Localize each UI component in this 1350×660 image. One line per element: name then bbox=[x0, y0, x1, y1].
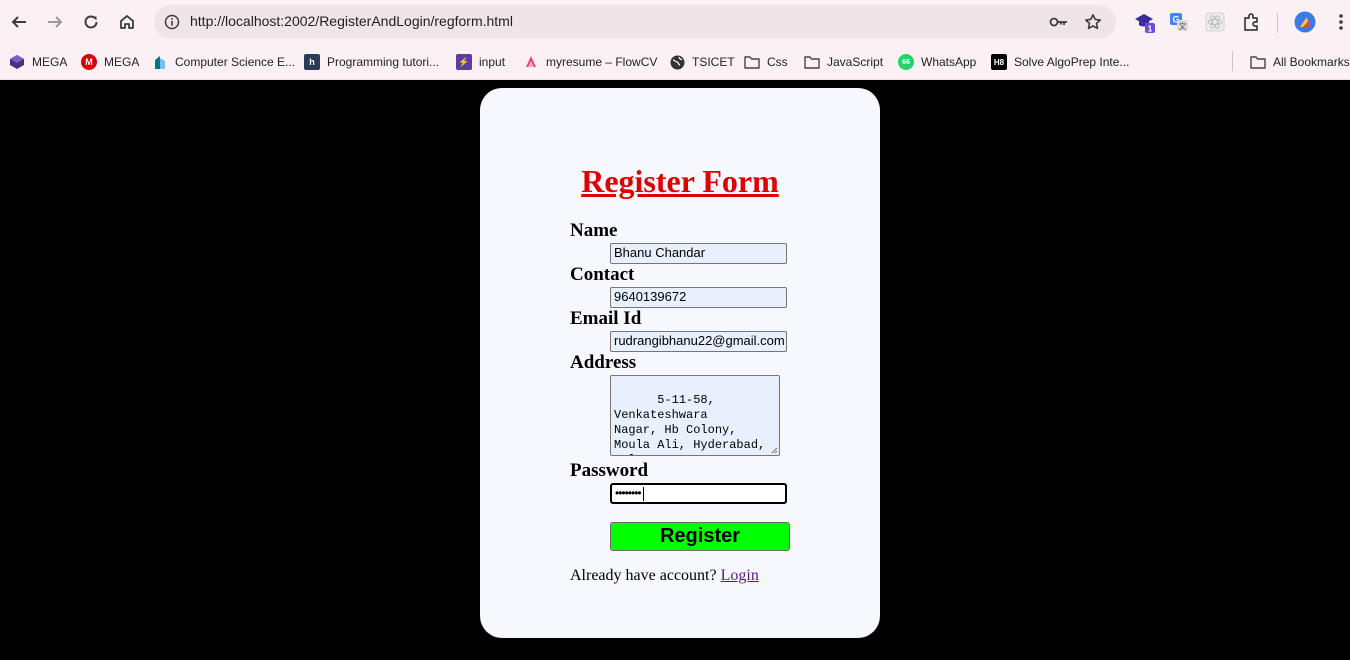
bookmark-label: Css bbox=[767, 55, 788, 69]
bookmark-folder-css[interactable]: Css bbox=[744, 52, 788, 72]
forward-arrow-icon[interactable] bbox=[41, 8, 69, 36]
bookmark-star-icon[interactable] bbox=[1082, 11, 1104, 33]
globe-icon bbox=[669, 54, 685, 70]
bookmark-whatsapp[interactable]: 66 WhatsApp bbox=[898, 52, 976, 72]
resize-grip-icon[interactable] bbox=[770, 446, 778, 454]
register-card: Register Form Name Bhanu Chandar Contact… bbox=[480, 88, 880, 638]
folder-icon bbox=[804, 54, 820, 70]
extension-cap-icon[interactable]: 1 bbox=[1133, 10, 1157, 34]
extensions-puzzle-icon[interactable] bbox=[1240, 10, 1264, 34]
password-key-icon[interactable] bbox=[1048, 11, 1070, 33]
folder-icon bbox=[744, 54, 760, 70]
bookmark-label: MEGA bbox=[32, 55, 68, 69]
bookmarks-bar: MEGA M MEGA Computer Science E... h Prog… bbox=[0, 44, 1350, 80]
register-button[interactable]: Register bbox=[610, 522, 790, 551]
already-text: Already have account? bbox=[570, 567, 717, 584]
address-label: Address bbox=[570, 352, 637, 373]
email-label: Email Id bbox=[570, 308, 642, 329]
page-viewport: Register Form Name Bhanu Chandar Contact… bbox=[0, 80, 1350, 660]
mega-icon: M bbox=[81, 54, 97, 70]
password-dots: •••••••• bbox=[615, 486, 642, 500]
svg-text:文: 文 bbox=[1179, 21, 1187, 31]
bookmark-label: WhatsApp bbox=[921, 55, 977, 69]
address-bar[interactable]: http://localhost:2002/RegisterAndLogin/r… bbox=[154, 5, 1116, 39]
bookmark-folder-javascript[interactable]: JavaScript bbox=[804, 52, 883, 72]
mega-cube-icon bbox=[9, 54, 25, 70]
bookmark-label: Programming tutori... bbox=[327, 55, 440, 69]
contact-label: Contact bbox=[570, 264, 635, 285]
site-info-icon[interactable] bbox=[162, 12, 182, 32]
bookmark-input[interactable]: ⚡ input bbox=[456, 52, 505, 72]
home-icon[interactable] bbox=[113, 8, 141, 36]
bookmark-flowcv[interactable]: myresume – FlowCV bbox=[523, 52, 657, 72]
bookmark-mega-2[interactable]: M MEGA bbox=[81, 52, 139, 72]
bookmark-label: MEGA bbox=[104, 55, 140, 69]
bookmark-computer-science[interactable]: Computer Science E... bbox=[152, 52, 295, 72]
flowcv-icon bbox=[523, 54, 539, 70]
bookmark-label: Computer Science E... bbox=[175, 55, 296, 69]
address-textarea[interactable]: 5-11-58, Venkateshwara Nagar, Hb Colony,… bbox=[610, 375, 780, 456]
toolbar-divider bbox=[1277, 13, 1278, 33]
bookmark-label: input bbox=[479, 55, 506, 69]
bookmark-label: JavaScript bbox=[827, 55, 884, 69]
bookmark-programming-tutorials[interactable]: h Programming tutori... bbox=[304, 52, 439, 72]
site-icon bbox=[152, 54, 168, 70]
whatsapp-icon: 66 bbox=[898, 54, 914, 70]
text-caret bbox=[642, 486, 644, 501]
menu-kebab-icon[interactable] bbox=[1329, 10, 1350, 34]
address-text: 5-11-58, Venkateshwara Nagar, Hb Colony,… bbox=[614, 393, 766, 455]
password-label: Password bbox=[570, 460, 649, 481]
translate-icon[interactable]: G文 bbox=[1167, 10, 1191, 34]
url-text[interactable]: http://localhost:2002/RegisterAndLogin/r… bbox=[190, 13, 513, 29]
algoprep-icon: H8 bbox=[991, 54, 1007, 70]
back-arrow-icon[interactable] bbox=[5, 8, 33, 36]
reload-icon[interactable] bbox=[77, 8, 105, 36]
form-title: Register Form bbox=[581, 163, 779, 199]
react-devtools-icon[interactable] bbox=[1203, 10, 1227, 34]
contact-input[interactable]: 9640139672 bbox=[610, 287, 787, 308]
profile-avatar-icon[interactable] bbox=[1293, 10, 1317, 34]
login-prompt: Already have account? Login bbox=[570, 567, 759, 585]
h-icon: h bbox=[304, 54, 320, 70]
bookmark-label: Solve AlgoPrep Inte... bbox=[1014, 55, 1130, 69]
browser-toolbar: http://localhost:2002/RegisterAndLogin/r… bbox=[0, 0, 1350, 44]
password-input[interactable]: •••••••• bbox=[610, 483, 787, 504]
bookmark-label: myresume – FlowCV bbox=[546, 55, 658, 69]
folder-icon bbox=[1250, 54, 1266, 70]
all-bookmarks-label: All Bookmarks bbox=[1273, 55, 1350, 69]
bookmark-tsicet[interactable]: TSICET bbox=[669, 52, 735, 72]
name-label: Name bbox=[570, 220, 618, 241]
bookmarks-divider bbox=[1232, 51, 1233, 71]
name-input[interactable]: Bhanu Chandar bbox=[610, 243, 787, 264]
bookmark-algoprep[interactable]: H8 Solve AlgoPrep Inte... bbox=[991, 52, 1129, 72]
bookmark-mega-1[interactable]: MEGA bbox=[9, 52, 67, 72]
all-bookmarks-button[interactable]: All Bookmarks bbox=[1250, 52, 1350, 72]
login-link[interactable]: Login bbox=[721, 567, 759, 584]
extension-badge: 1 bbox=[1148, 25, 1153, 34]
email-input[interactable]: rudrangibhanu22@gmail.com bbox=[610, 331, 787, 352]
bookmark-label: TSICET bbox=[692, 55, 735, 69]
bolt-icon: ⚡ bbox=[456, 54, 472, 70]
